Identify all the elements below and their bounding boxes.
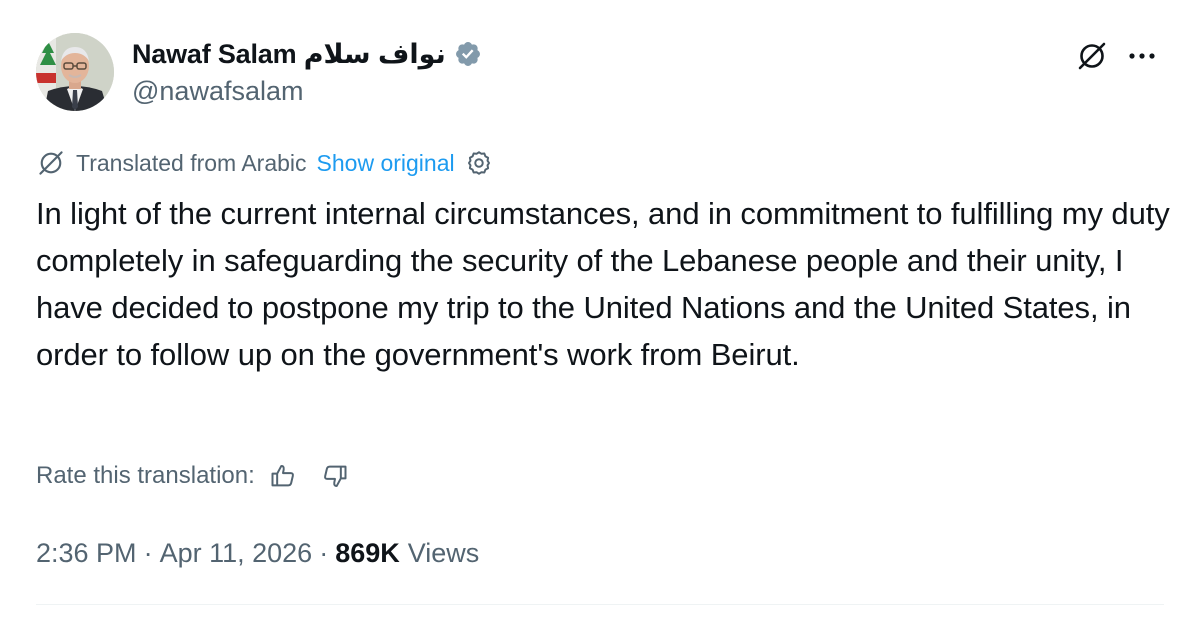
author-name-row: Nawaf Salam نواف سلام <box>132 36 482 72</box>
tweet-time[interactable]: 2:36 PM <box>36 538 137 569</box>
meta-separator: · <box>319 537 329 568</box>
avatar[interactable] <box>36 33 114 111</box>
thumbs-down-button[interactable] <box>315 456 355 496</box>
translation-notice: Translated from Arabic Show original <box>36 146 493 180</box>
rate-translation-label: Rate this translation: <box>36 462 255 489</box>
thumbs-up-icon <box>271 465 294 487</box>
author-display-name[interactable]: Nawaf Salam نواف سلام <box>132 39 446 70</box>
grok-icon <box>1078 42 1106 70</box>
views-label[interactable]: Views <box>408 538 480 569</box>
grok-icon <box>39 151 63 175</box>
tweet-text: In light of the current internal circums… <box>36 196 1170 372</box>
more-button[interactable] <box>1122 36 1162 76</box>
grok-button[interactable] <box>1072 36 1112 76</box>
more-icon <box>1129 53 1155 59</box>
meta-separator: · <box>143 537 153 568</box>
avatar-photo <box>36 33 114 111</box>
views-count[interactable]: 869K <box>335 538 400 569</box>
verified-badge-icon[interactable] <box>454 40 482 68</box>
show-original-link[interactable]: Show original <box>317 150 455 177</box>
divider <box>36 604 1164 605</box>
rate-translation-row: Rate this translation: <box>36 456 355 496</box>
thumbs-up-button[interactable] <box>263 456 303 496</box>
tweet-meta: 2:36 PM · Apr 11, 2026 · 869K Views <box>36 533 479 573</box>
thumbs-down-icon <box>323 465 347 487</box>
tweet-date[interactable]: Apr 11, 2026 <box>160 538 313 569</box>
gear-icon[interactable] <box>465 149 493 177</box>
author-handle[interactable]: @nawafsalam <box>132 76 303 107</box>
translated-from-label: Translated from Arabic <box>76 149 307 176</box>
